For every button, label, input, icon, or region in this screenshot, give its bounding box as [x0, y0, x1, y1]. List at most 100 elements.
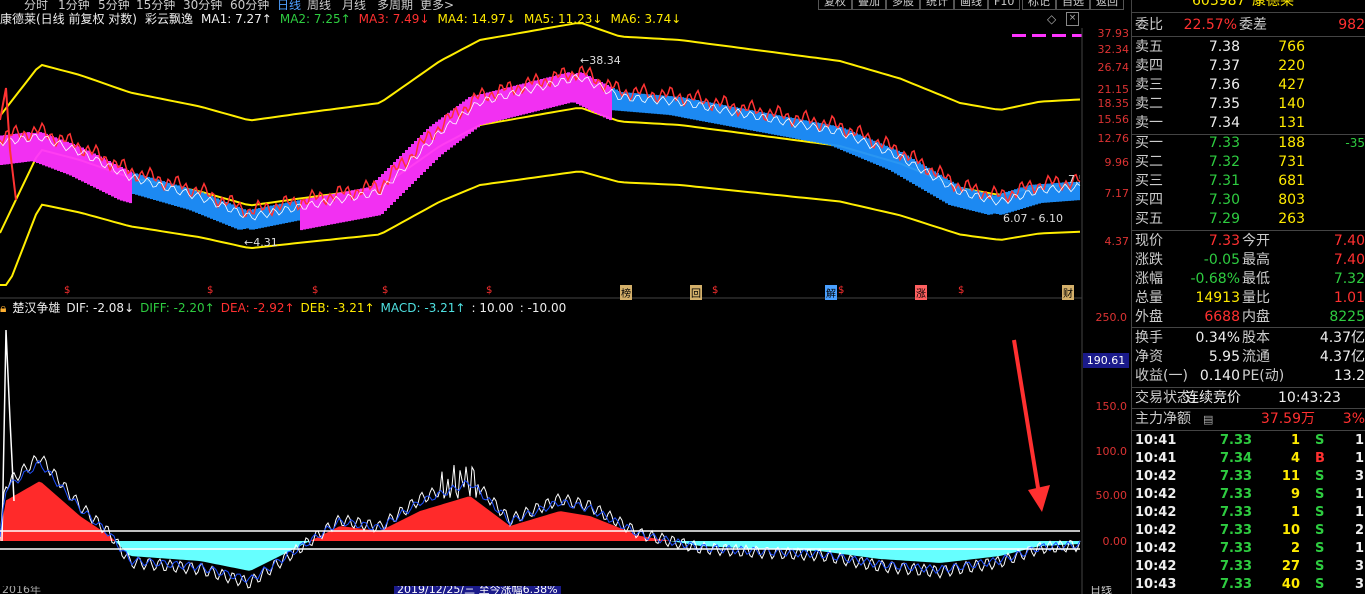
stat-label: 净资 [1135, 349, 1163, 365]
ask-label: 卖二 [1135, 96, 1163, 112]
bid-row[interactable]: 买三 7.31 681 [1135, 172, 1365, 191]
cloud-segment [432, 124, 435, 163]
divider [1132, 230, 1365, 231]
event-marker-jie[interactable]: 解 [825, 285, 837, 300]
cloud-segment [90, 152, 93, 186]
cloud-segment [795, 118, 798, 139]
cloud-segment [474, 95, 477, 130]
cloud-segment [378, 177, 381, 216]
cloud-segment [177, 185, 180, 207]
stat-value: 7.40 [1333, 252, 1365, 268]
cloud-segment [678, 96, 681, 117]
divider [1132, 12, 1365, 13]
ask-row[interactable]: 卖五 7.38 766 [1135, 38, 1365, 57]
event-marker[interactable]: $ [486, 285, 492, 296]
stat-label: 量比 [1242, 290, 1270, 306]
cloud-segment [972, 190, 975, 211]
cloud-segment [384, 171, 387, 211]
event-marker[interactable]: $ [838, 285, 844, 296]
ask-price: 7.37 [1208, 58, 1240, 74]
ask-label: 卖五 [1135, 39, 1163, 55]
macd-value: MACD: -3.21↑ [380, 301, 466, 315]
bid-price: 7.33 [1208, 135, 1240, 151]
cloud-segment [171, 183, 174, 206]
trade-price: 7.33 [1220, 541, 1253, 556]
trade-count: 3 [1355, 559, 1365, 574]
trade-count: 1 [1355, 541, 1365, 556]
stat-value: 5.95 [1208, 349, 1240, 365]
cloud-segment [117, 165, 120, 200]
stat-label: 涨跌 [1135, 252, 1163, 268]
trade-time: 10:42 [1135, 505, 1177, 520]
event-marker[interactable]: $ [382, 285, 388, 296]
trade-time: 10:42 [1135, 559, 1177, 574]
cloud-segment [717, 103, 720, 125]
trade-price: 7.34 [1220, 451, 1253, 466]
cloud-segment [579, 72, 582, 106]
last-price-annotation: 7.5 [1068, 173, 1080, 186]
cloud-segment [153, 178, 156, 200]
quote-panel: 603987 康德莱 委比 22.57% 委差 982 卖五 7.38 766 卖四 7… [1131, 0, 1365, 594]
stat-label: 内盘 [1242, 309, 1270, 325]
event-marker-zhang[interactable]: 涨 [915, 285, 927, 300]
stat-row: 净资 5.95 流通 4.37亿 [1135, 348, 1365, 367]
cloud-segment [804, 120, 807, 141]
cloud-segment [837, 126, 840, 149]
bid-row[interactable]: 买一 7.33 188 -35 [1135, 134, 1365, 153]
event-marker[interactable]: $ [312, 285, 318, 296]
event-marker-bang[interactable]: 榜 [620, 285, 632, 300]
event-marker[interactable]: $ [207, 285, 213, 296]
cloud-segment [204, 193, 207, 217]
cloud-segment [921, 164, 924, 190]
divider [1132, 327, 1365, 328]
event-marker[interactable]: $ [958, 285, 964, 296]
main-force-row[interactable]: 主力净额 ▤ 37.59万 3% [1135, 410, 1365, 429]
high-annotation: ←38.34 [580, 54, 621, 67]
stat-value: 0.140 [1199, 368, 1240, 384]
trade-price: 7.33 [1220, 523, 1253, 538]
cloud-segment [1029, 184, 1032, 207]
divider [1132, 36, 1365, 37]
trade-row: 10:43 7.33 40 S 3 [1135, 576, 1365, 594]
bid-label: 买三 [1135, 173, 1163, 189]
trade-price: 7.33 [1220, 577, 1253, 592]
cloud-segment [969, 189, 972, 211]
bid-row[interactable]: 买五 7.29 263 [1135, 210, 1365, 229]
cloud-segment [984, 193, 987, 214]
list-icon[interactable]: ▤ [1203, 410, 1213, 429]
event-marker[interactable]: $ [64, 285, 70, 296]
trade-time: 10:42 [1135, 469, 1177, 484]
stat-label: 股本 [1242, 330, 1270, 346]
ref-line-2: : -10.00 [519, 301, 567, 315]
stat-value: -0.68% [1190, 271, 1240, 287]
ask-row[interactable]: 卖二 7.35 140 [1135, 95, 1365, 114]
cloud-segment [366, 187, 369, 218]
ask-row[interactable]: 卖四 7.37 220 [1135, 57, 1365, 76]
event-marker[interactable]: $ [712, 285, 718, 296]
trade-count: 1 [1355, 433, 1365, 448]
cloud-segment [867, 138, 870, 162]
cloud-segment [942, 176, 945, 202]
ask-row[interactable]: 卖一 7.34 131 [1135, 114, 1365, 133]
bid-row[interactable]: 买二 7.32 731 [1135, 153, 1365, 172]
cloud-segment [66, 141, 69, 175]
event-marker-hui[interactable]: 回 [690, 285, 702, 300]
stat-value: 4.37亿 [1319, 330, 1365, 346]
trade-side: S [1315, 541, 1325, 556]
period-label[interactable]: 日线 [1090, 586, 1112, 594]
stat-value: 14913 [1195, 290, 1240, 306]
ask-row[interactable]: 卖三 7.36 427 [1135, 76, 1365, 95]
cloud-segment [957, 185, 960, 208]
cloud-segment [714, 103, 717, 124]
cloud-segment [858, 134, 861, 158]
event-marker-cai[interactable]: 财 [1062, 285, 1074, 300]
bid-row[interactable]: 买四 7.30 803 [1135, 191, 1365, 210]
cloud-segment [615, 89, 618, 111]
cloud-segment [705, 101, 708, 122]
lock-icon[interactable]: 🔒︎ [0, 301, 6, 315]
cloud-segment [552, 76, 555, 107]
sub-indicator-name[interactable]: 楚汉争雄 [12, 301, 60, 315]
bid-label: 买一 [1135, 135, 1163, 151]
cloud-segment [315, 196, 318, 228]
bid-volume: 188 [1278, 135, 1305, 151]
